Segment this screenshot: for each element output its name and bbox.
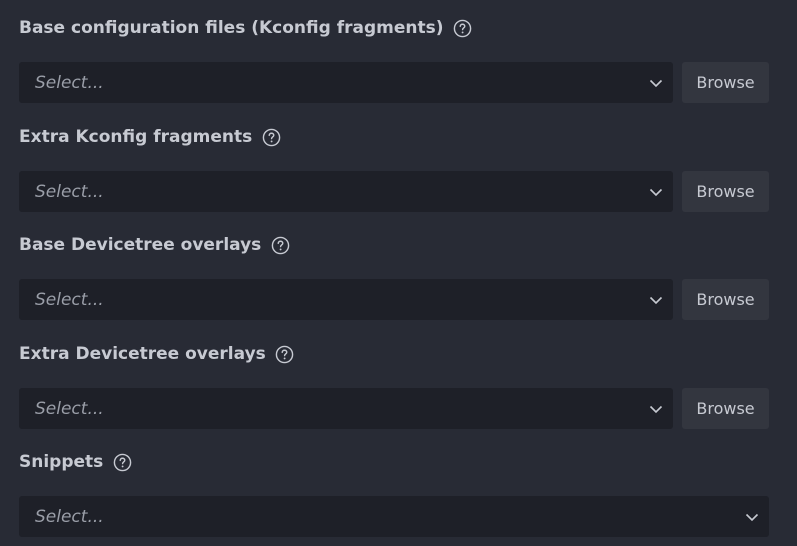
field-control-row: Select... xyxy=(19,496,769,537)
chevron-down-icon xyxy=(649,295,663,305)
select-value: Select... xyxy=(35,181,104,202)
select-value: Select... xyxy=(35,506,104,527)
field-control-row: Select... Browse xyxy=(19,62,769,103)
question-circle-icon[interactable] xyxy=(275,344,295,364)
browse-button[interactable]: Browse xyxy=(682,388,769,429)
field-snippets: Snippets Select... xyxy=(19,450,769,537)
base-config-select[interactable]: Select... xyxy=(19,62,673,103)
configuration-form: Base configuration files (Kconfig fragme… xyxy=(0,0,797,546)
chevron-down-icon xyxy=(649,78,663,88)
field-extra-devicetree-overlays: Extra Devicetree overlays Select... Brow… xyxy=(19,342,769,429)
select-value: Select... xyxy=(35,289,104,310)
field-label: Extra Kconfig fragments xyxy=(19,127,253,147)
field-label: Extra Devicetree overlays xyxy=(19,344,266,364)
chevron-down-icon xyxy=(649,404,663,414)
question-circle-icon[interactable] xyxy=(261,127,281,147)
select-value: Select... xyxy=(35,72,104,93)
field-control-row: Select... Browse xyxy=(19,171,769,212)
chevron-down-icon xyxy=(649,187,663,197)
field-base-devicetree-overlays: Base Devicetree overlays Select... Brows… xyxy=(19,233,769,320)
select-value: Select... xyxy=(35,398,104,419)
field-label-row: Base configuration files (Kconfig fragme… xyxy=(19,16,769,40)
field-label-row: Snippets xyxy=(19,450,769,474)
field-base-config-files: Base configuration files (Kconfig fragme… xyxy=(19,16,769,103)
field-control-row: Select... Browse xyxy=(19,388,769,429)
field-label-row: Base Devicetree overlays xyxy=(19,233,769,257)
field-label: Base Devicetree overlays xyxy=(19,235,262,255)
browse-button[interactable]: Browse xyxy=(682,62,769,103)
base-devicetree-select[interactable]: Select... xyxy=(19,279,673,320)
browse-button[interactable]: Browse xyxy=(682,279,769,320)
extra-devicetree-select[interactable]: Select... xyxy=(19,388,673,429)
field-label-row: Extra Devicetree overlays xyxy=(19,342,769,366)
question-circle-icon[interactable] xyxy=(453,18,473,38)
extra-kconfig-select[interactable]: Select... xyxy=(19,171,673,212)
browse-button[interactable]: Browse xyxy=(682,171,769,212)
question-circle-icon[interactable] xyxy=(112,452,132,472)
field-label: Snippets xyxy=(19,452,104,472)
chevron-down-icon xyxy=(745,512,759,522)
snippets-select[interactable]: Select... xyxy=(19,496,769,537)
field-label: Base configuration files (Kconfig fragme… xyxy=(19,18,444,38)
field-control-row: Select... Browse xyxy=(19,279,769,320)
question-circle-icon[interactable] xyxy=(270,235,290,255)
field-extra-kconfig-fragments: Extra Kconfig fragments Select... Browse xyxy=(19,125,769,212)
field-label-row: Extra Kconfig fragments xyxy=(19,125,769,149)
